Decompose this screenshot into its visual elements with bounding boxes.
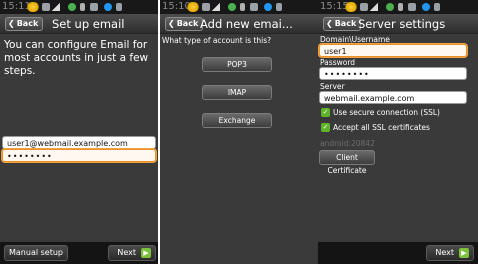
manual-setup-button[interactable]: Manual setup [4, 245, 68, 261]
chevron-left-icon: ❮ [168, 19, 175, 28]
next-button[interactable]: Next ▶ [426, 245, 474, 261]
page-title: Server settings [358, 17, 446, 31]
back-label: Back [176, 19, 199, 28]
manual-setup-label: Manual setup [9, 248, 63, 257]
back-label: Back [16, 19, 39, 28]
password-field[interactable]: •••••••• [2, 149, 156, 162]
title-bar: ❮ Back Set up email [0, 14, 158, 34]
phone-icon [68, 3, 76, 11]
accept-ssl-label: Accept all SSL certificates [333, 123, 430, 132]
settings-icon [250, 3, 258, 11]
back-button[interactable]: ❮ Back [323, 17, 362, 31]
settings-icon [408, 3, 416, 11]
ssl-label: Use secure connection (SSL) [333, 108, 440, 117]
accept-ssl-checkbox[interactable]: ✓ [321, 123, 330, 132]
mail-icon [42, 3, 50, 11]
account-type-screen: 15:10 ❮ Back Add new emai... What type o… [160, 0, 318, 264]
account-type-question: What type of account is this? [162, 36, 272, 45]
settings-icon [90, 3, 98, 11]
device-id-text: android:20842 [320, 139, 375, 148]
back-button[interactable]: ❮ Back [5, 17, 44, 31]
bottom-bar: Manual setup Next ▶ [0, 242, 158, 264]
pop3-button[interactable]: POP3 [202, 57, 272, 72]
phone-icon [386, 3, 394, 11]
ssl-checkbox[interactable]: ✓ [321, 108, 330, 117]
arrow-right-icon: ▶ [459, 248, 469, 258]
back-label: Back [334, 19, 357, 28]
status-bar: 15:10 [160, 0, 318, 14]
arrow-right-icon: ▶ [141, 248, 151, 258]
bluetooth-icon [80, 3, 85, 11]
chevron-left-icon: ❮ [8, 19, 15, 28]
password-field[interactable]: •••••••• [319, 67, 467, 80]
next-label: Next [435, 248, 454, 257]
mail-notify-icon [116, 3, 122, 11]
phone-icon [228, 3, 236, 11]
email-field[interactable]: user1@webmail.example.com [2, 136, 156, 149]
mail-icon [202, 3, 210, 11]
username-label: Domain\Username [320, 35, 390, 44]
bluetooth-icon [240, 3, 245, 11]
bottom-bar: Next ▶ [318, 242, 478, 264]
exchange-button[interactable]: Exchange [202, 113, 272, 128]
notification-icon [26, 2, 40, 12]
title-bar: ❮ Back Add new emai... [160, 14, 318, 34]
username-field[interactable]: user1 [319, 44, 467, 57]
title-bar: ❮ Back Server settings [318, 14, 478, 34]
mail-notify-icon [434, 3, 440, 11]
setup-email-screen: 15:11 ❮ Back Set up email You can config… [0, 0, 158, 264]
chevron-left-icon: ❮ [326, 19, 333, 28]
imap-button[interactable]: IMAP [202, 85, 272, 100]
intro-text: You can configure Email for most account… [4, 39, 149, 77]
battery-icon [422, 3, 430, 11]
status-bar: 15:15 [318, 0, 478, 14]
notification-icon [186, 2, 200, 12]
server-field[interactable]: webmail.example.com [319, 91, 467, 104]
mail-icon [360, 3, 368, 11]
back-button[interactable]: ❮ Back [165, 17, 204, 31]
signal-icon [52, 3, 60, 11]
battery-icon [104, 3, 112, 11]
battery-icon [264, 3, 272, 11]
page-title: Add new emai... [200, 17, 293, 31]
next-label: Next [117, 248, 136, 257]
next-button[interactable]: Next ▶ [108, 245, 156, 261]
signal-icon [370, 3, 378, 11]
bluetooth-icon [398, 3, 403, 11]
signal-icon [212, 3, 220, 11]
status-bar: 15:11 [0, 0, 158, 14]
client-certificate-button[interactable]: Client Certificate [319, 150, 375, 175]
server-settings-screen: 15:15 ❮ Back Server settings Domain\User… [318, 0, 478, 264]
notification-icon [344, 2, 358, 12]
mail-notify-icon [276, 3, 282, 11]
password-label: Password [320, 58, 356, 67]
page-title: Set up email [52, 17, 125, 31]
server-label: Server [320, 82, 345, 91]
